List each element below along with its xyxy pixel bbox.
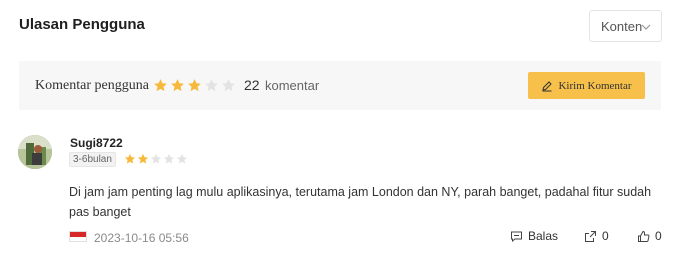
reply-label: Balas — [528, 229, 559, 243]
star-empty-icon — [163, 153, 175, 164]
star-filled-icon — [137, 153, 149, 164]
avatar[interactable] — [18, 135, 52, 169]
star-empty-icon — [150, 153, 162, 164]
star-filled-icon — [124, 153, 136, 164]
reply-button[interactable]: Balas — [510, 229, 558, 243]
star-filled-icon — [171, 79, 184, 92]
star-empty-icon — [205, 79, 218, 92]
sort-dropdown[interactable]: Konten — [589, 10, 662, 42]
section-title: Ulasan Pengguna — [19, 16, 145, 33]
share-button[interactable]: 0 — [584, 229, 609, 243]
star-filled-icon — [188, 79, 201, 92]
review-timestamp: 2023-10-16 05:56 — [94, 231, 189, 245]
chevron-down-icon — [641, 24, 651, 30]
like-count: 0 — [655, 229, 662, 243]
sort-dropdown-value: Konten — [601, 18, 643, 34]
comment-icon — [511, 231, 522, 242]
share-count: 0 — [602, 229, 609, 243]
write-comment-label: Kirim Komentar — [558, 79, 632, 92]
star-empty-icon — [176, 153, 188, 164]
comment-count-unit: komentar — [265, 78, 320, 93]
star-filled-icon — [154, 79, 167, 92]
thumbs-up-icon — [638, 230, 650, 242]
usage-duration-badge: 3-6bulan — [69, 152, 116, 167]
review-text: Di jam jam penting lag mulu aplikasinya,… — [69, 185, 652, 219]
comment-count: 22 — [244, 77, 260, 93]
pencil-icon — [542, 80, 553, 91]
write-comment-button[interactable]: Kirim Komentar — [528, 72, 645, 99]
star-empty-icon — [222, 79, 235, 92]
share-icon — [585, 230, 596, 242]
review-star-rating — [124, 153, 188, 165]
reviewer-username[interactable]: Sugi8722 — [70, 136, 123, 150]
indonesia-flag-icon — [69, 231, 87, 242]
summary-label: Komentar pengguna — [35, 78, 149, 93]
summary-star-rating — [153, 78, 236, 93]
like-button[interactable]: 0 — [637, 229, 662, 243]
